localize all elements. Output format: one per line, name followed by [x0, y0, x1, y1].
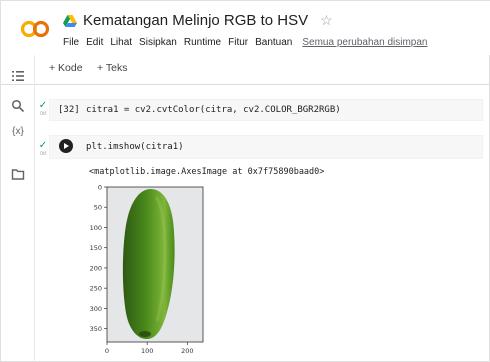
- menu-file[interactable]: File: [63, 37, 79, 48]
- x-tick-label: 200: [181, 347, 193, 355]
- code-line[interactable]: citra1 = cv2.cvtColor(citra, cv2.COLOR_B…: [86, 105, 341, 115]
- image-plot: 0 50 100 150 200 250 300 350 0 100 200: [90, 184, 204, 355]
- star-icon[interactable]: ☆: [320, 12, 333, 29]
- colab-logo[interactable]: [21, 19, 49, 39]
- y-tick-label: 250: [90, 285, 102, 293]
- header: Kematangan Melinjo RGB to HSV ☆ File Edi…: [1, 1, 490, 55]
- code-line[interactable]: plt.imshow(citra1): [86, 142, 184, 152]
- y-tick-label: 0: [98, 184, 102, 192]
- notebook-title[interactable]: Kematangan Melinjo RGB to HSV: [83, 12, 308, 29]
- cell-status: ✓ 0d: [37, 100, 49, 118]
- y-tick-label: 150: [90, 244, 102, 252]
- save-status[interactable]: Semua perubahan disimpan: [302, 37, 427, 48]
- menu-help[interactable]: Bantuan: [255, 37, 292, 48]
- menu-runtime[interactable]: Runtime: [184, 37, 221, 48]
- cell-status: ✓ 0d: [37, 140, 49, 158]
- y-tick-label: 100: [90, 224, 102, 232]
- cell-output-text: <matplotlib.image.AxesImage at 0x7f75890…: [89, 167, 325, 177]
- table-of-contents-icon[interactable]: [11, 69, 25, 83]
- code-cell-2[interactable]: plt.imshow(citra1): [49, 135, 483, 159]
- y-axis: 0 50 100 150 200 250 300 350: [90, 184, 107, 333]
- run-cell-button[interactable]: [59, 139, 73, 153]
- y-tick-label: 200: [90, 264, 102, 272]
- code-cell-1[interactable]: [32] citra1 = cv2.cvtColor(citra, cv2.CO…: [49, 99, 483, 121]
- menu-view[interactable]: Lihat: [110, 37, 132, 48]
- y-tick-label: 50: [94, 204, 102, 212]
- cell-time: 0d: [40, 151, 46, 157]
- menu-edit[interactable]: Edit: [86, 37, 103, 48]
- left-rail: {x}: [1, 55, 35, 362]
- menu-insert[interactable]: Sisipkan: [139, 37, 177, 48]
- drive-icon[interactable]: [63, 14, 77, 27]
- toolbar: + Kode + Teks: [1, 55, 490, 85]
- menu-tools[interactable]: Fitur: [228, 37, 248, 48]
- folder-icon[interactable]: [11, 167, 25, 181]
- variables-icon[interactable]: {x}: [8, 125, 28, 139]
- check-icon: ✓: [38, 140, 48, 151]
- y-tick-label: 300: [90, 305, 102, 313]
- add-code-button[interactable]: + Kode: [49, 62, 83, 74]
- x-tick-label: 100: [141, 347, 153, 355]
- check-icon: ✓: [38, 100, 48, 111]
- x-axis: 0 100 200: [105, 342, 194, 355]
- cell-time: 0d: [40, 111, 46, 117]
- execution-count: [32]: [58, 105, 80, 115]
- notebook-window: Kematangan Melinjo RGB to HSV ☆ File Edi…: [0, 0, 490, 362]
- x-tick-label: 0: [105, 347, 109, 355]
- menu-bar: File Edit Lihat Sisipkan Runtime Fitur B…: [63, 37, 434, 48]
- add-text-button[interactable]: + Teks: [97, 62, 127, 74]
- search-icon[interactable]: [11, 99, 25, 113]
- y-tick-label: 350: [90, 325, 102, 333]
